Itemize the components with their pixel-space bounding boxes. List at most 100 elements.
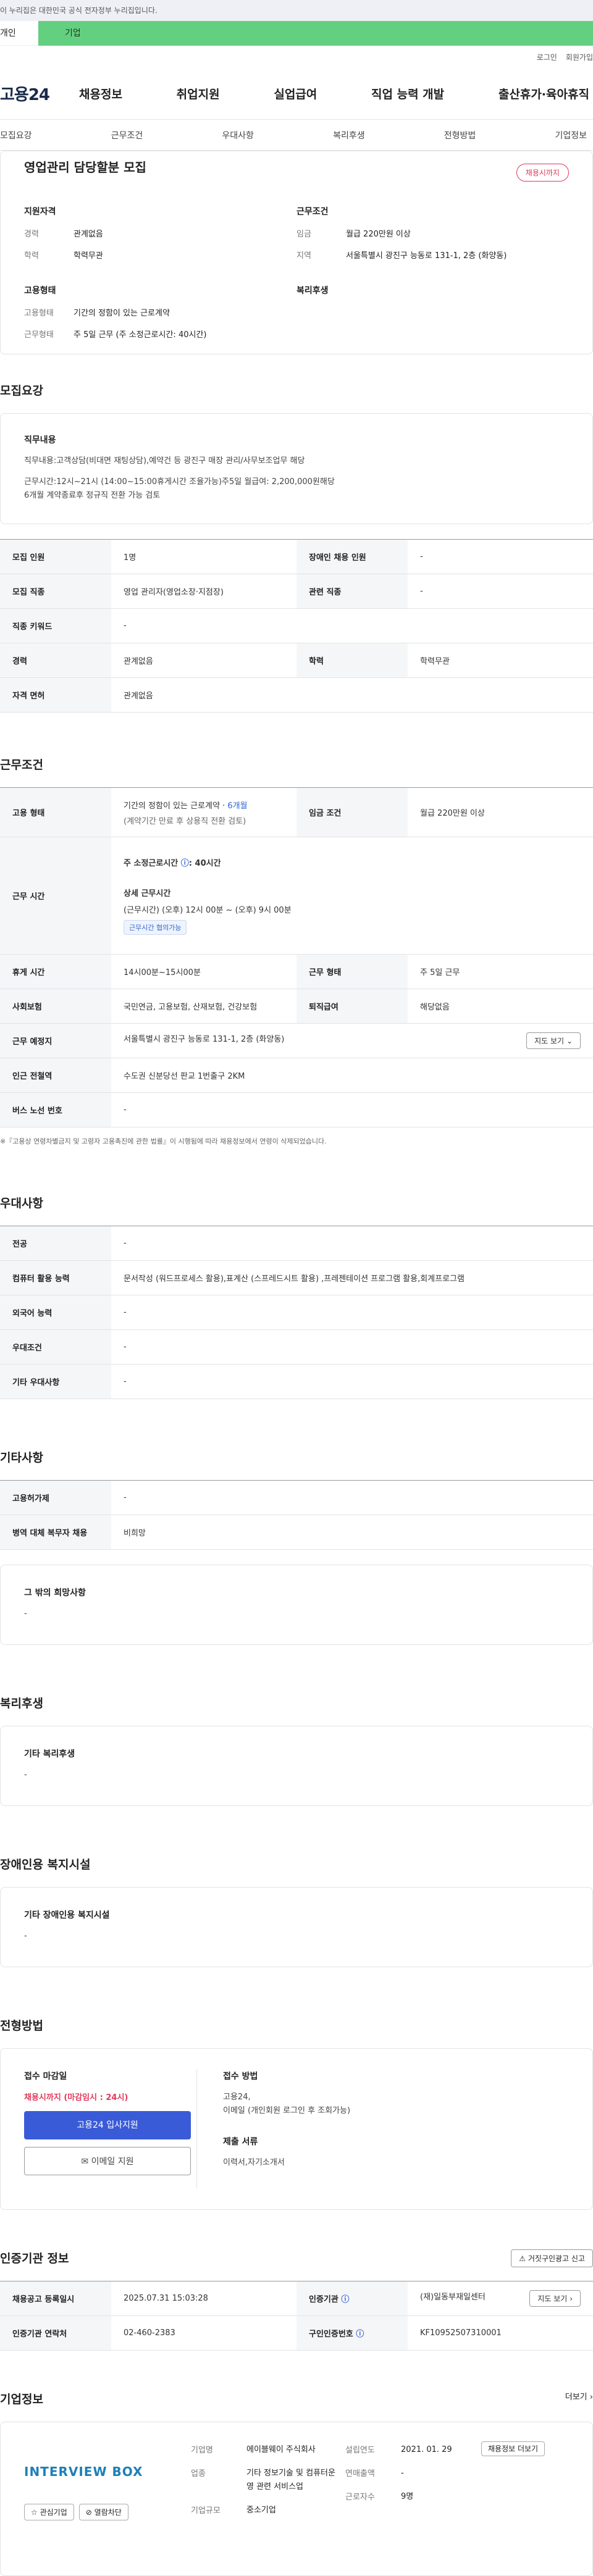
company-key: 기업규모 [191,2506,221,2515]
tab-personal[interactable]: 개인 [0,21,38,46]
job-summary-card: 영업관리 담당할분 모집 채용시까지 지원자격 경력 관계없음 학력 학력무관 근무… [0,151,593,354]
gnb-menu: 채용정보 취업지원 실업급여 직업 능력 개발 출산휴가·육아휴직 [79,85,593,102]
company-value: 에이블웨이 주식회사 [246,2445,316,2454]
table-cell: 문서작성 (워드프로세스 활용),표계산 (스프레드시트 활용) ,프레젠테이션… [111,1260,593,1295]
hours-detail: (근무시간) (오후) 12시 00분 ~ (오후) 9시 00분 [124,906,292,915]
block-icon: ⊘ [85,2508,92,2517]
table-cell: - [111,1329,593,1365]
table-header-cell: 휴게 시간 [0,954,111,989]
favorite-company-button[interactable]: ☆ 관심기업 [24,2504,74,2520]
emp-value: 주 5일 근무 (주 소정근로시간: 40시간) [74,330,207,340]
table-cell: - [111,1364,593,1399]
company-logo: INTERVIEW BOX [24,2464,143,2479]
other-section-title: 기타사항 [0,1451,43,1465]
hours-negotiable-chip: 근무시간 협의가능 [124,920,187,935]
subnav-company[interactable]: 기업정보 [555,129,587,141]
other-wish-heading: 그 밖의 희망사항 [24,1588,86,1598]
deadline-heading: 접수 마감일 [24,2072,67,2081]
cond-value: 월급 220만원 이상 [346,230,411,239]
table-cell: 국민연금, 고용보험, 산재보험, 건강보험 [111,989,296,1024]
company-jobs-button[interactable]: 채용정보 더보기 [481,2441,545,2456]
table-header-cell: 채용공고 등록일시 [0,2281,111,2316]
block-company-button[interactable]: ⊘ 열람차단 [78,2504,128,2520]
method-heading: 접수 방법 [223,2072,258,2081]
table-row: 기타 우대사항 - [0,1364,593,1399]
disability-section-title: 장애인용 복지시설 [0,1858,91,1871]
company-key: 근로자수 [345,2493,375,2502]
apply-online-button[interactable]: 고용24 입사지원 [24,2111,191,2139]
subnav-welfare[interactable]: 복리후생 [333,129,365,141]
siren-icon: ⚠ [519,2254,526,2263]
cert-map-button[interactable]: 지도 보기 › [529,2290,581,2307]
info-icon[interactable]: ⓘ [181,859,189,868]
company-more-link[interactable]: 더보기 › [565,2390,593,2407]
table-row: 전공 - [0,1226,593,1261]
table-cell: (재)일동부재일센터 지도 보기 › [408,2281,593,2316]
apply-email-button[interactable]: ✉ 이메일 지원 [24,2147,191,2175]
subnav-preference[interactable]: 우대사항 [222,129,254,141]
map-view-label: 지도 보기 [534,1037,565,1045]
subnav-apply[interactable]: 전형방법 [444,129,476,141]
cert-org-value: (재)일동부재일센터 [420,2293,486,2302]
employment-type-heading: 고용형태 [24,286,56,296]
table-header-cell: 임금 조건 [296,787,408,837]
table-row: 인근 전철역 수도권 신분당선 판교 1번출구 2KM [0,1058,593,1093]
table-header-cell: 고용 형태 [0,787,111,837]
qual-value: 관계없음 [74,230,103,239]
table-header-cell: 직종 키워드 [0,608,111,643]
qual-key: 경력 [24,230,39,239]
table-cell: 서울특별시 광진구 능동로 131-1, 2층 (화양동) 지도 보기 ⌄ [111,1023,593,1058]
gnb-item-parental-leave[interactable]: 출산휴가·육아휴직 [498,85,589,102]
gnb-item-jobs[interactable]: 채용정보 [79,85,122,102]
table-cell: - [408,539,593,574]
table-header-cell: 근무 예정지 [0,1023,111,1058]
cert-section-title: 인증기관 정보 ⚠ 거짓구인광고 신고 [0,2249,593,2267]
table-cell: 기간의 정함이 있는 근로계약 · 6개월 (계약기간 만료 후 상용직 전환 … [111,787,296,837]
tab-company[interactable]: 기업 [38,21,593,46]
info-icon[interactable]: ⓘ [341,2295,349,2304]
table-row: 사회보험 국민연금, 고용보험, 산재보험, 건강보험 퇴직급여 해당없음 [0,989,593,1024]
table-cell: 학력무관 [408,643,593,678]
apply-section-title: 전형방법 [0,2019,43,2033]
emp-key: 고용형태 [24,309,54,318]
hours-detail-heading: 상세 근무시간 [124,889,171,898]
qualification-heading: 지원자격 [24,207,56,217]
table-cell: 관계없음 [111,677,593,713]
table-header-cell: 모집 직종 [0,574,111,609]
table-header-cell: 기타 우대사항 [0,1364,111,1399]
table-cell: 주 5일 근무 [408,954,593,989]
info-icon[interactable]: ⓘ [356,2330,364,2339]
work-location: 서울특별시 광진구 능동로 131-1, 2층 (화양동) [124,1035,285,1044]
report-label: 거짓구인광고 신고 [528,2254,585,2263]
site-logo[interactable]: 고용24 [0,82,79,105]
subnav-conditions[interactable]: 근무조건 [111,129,143,141]
job-description-line: 근무시간:12시~21시 (14:00~15:00휴게시간 조율가능)주5일 월… [24,477,335,487]
false-ad-report-button[interactable]: ⚠ 거짓구인광고 신고 [511,2249,593,2267]
table-row: 근무 예정지 서울특별시 광진구 능동로 131-1, 2층 (화양동) 지도 … [0,1023,593,1058]
gnb-item-skills-development[interactable]: 직업 능력 개발 [371,85,444,102]
gnb-item-employment-support[interactable]: 취업지원 [177,85,220,102]
age-notice: ※『고용상 연령차별금지 및 고령자 고용촉진에 관한 법률』이 시행됨에 따라… [0,1137,327,1145]
join-link[interactable]: 회원가입 [566,52,593,62]
table-header-cell: 전공 [0,1226,111,1261]
login-link[interactable]: 로그인 [537,52,557,62]
emp-type-text: 기간의 정함이 있는 근로계약 · [124,801,228,811]
gnb-item-unemployment-benefit[interactable]: 실업급여 [274,85,317,102]
other-wish-card: 그 밖의 희망사항 - [0,1565,593,1645]
company-key: 연매출액 [345,2469,375,2478]
table-header-cell: 인증기관 ⓘ [296,2281,408,2316]
table-header-cell: 모집 인원 [0,539,111,574]
map-view-button[interactable]: 지도 보기 ⌄ [526,1032,581,1049]
job-description-line: 직무내용:고객상담(비대면 재팅상담),예약건 등 광진구 매장 관리/사무보조… [24,456,305,466]
table-header-cell: 인증기관 연락처 [0,2315,111,2351]
subnav-recruit[interactable]: 모집요강 [0,129,32,141]
table-header-cell: 근무 형태 [296,954,408,989]
welfare-card-value: - [24,1770,27,1779]
block-label: 열람차단 [94,2508,122,2517]
disability-card: 기타 장애인용 복지시설 - [0,1887,593,1967]
table-cell: 관계없음 [111,643,296,678]
table-cell: 영업 관리자(영업소장·지점장) [111,574,296,609]
table-cell: - [111,1295,593,1330]
cert-title: 인증기관 정보 [0,2252,69,2265]
table-row: 근무 시간 주 소정근로시간 ⓘ: 40시간 상세 근무시간 (근무시간) (오… [0,837,593,955]
